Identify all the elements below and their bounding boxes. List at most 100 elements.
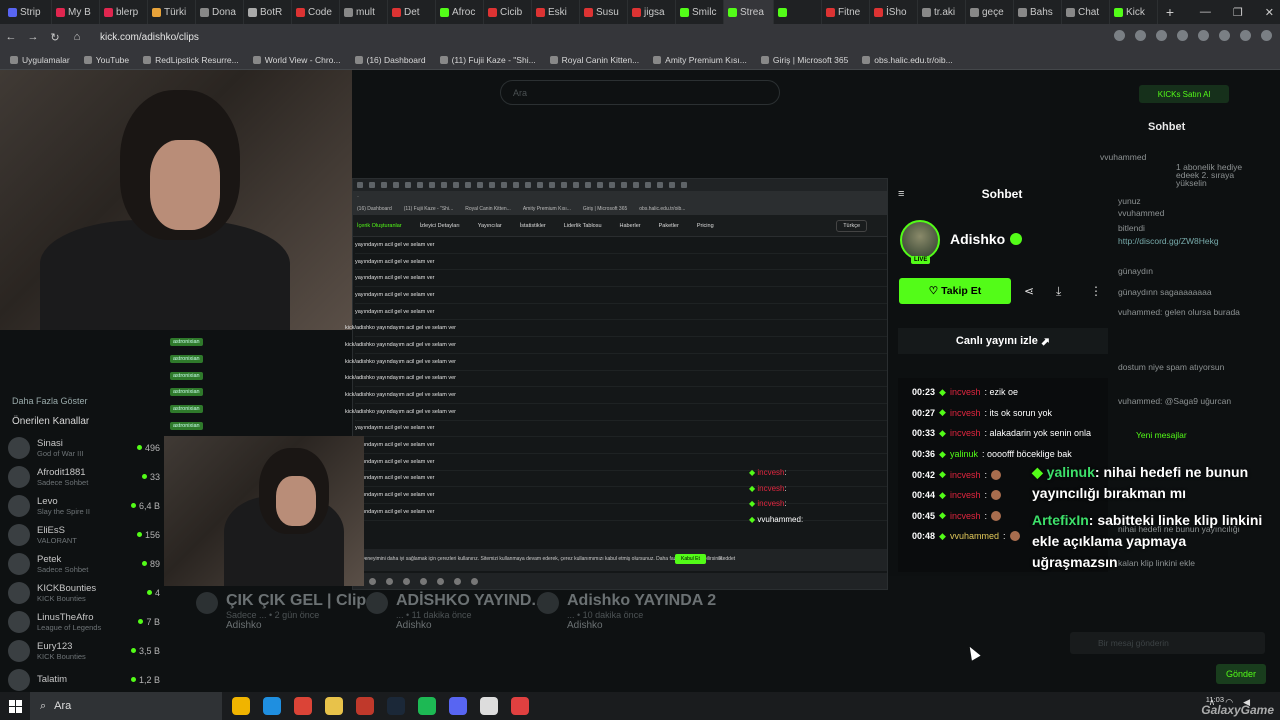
chat-user[interactable]: incvesh [950, 470, 981, 480]
browser-tab[interactable]: mult [340, 0, 388, 24]
send-button[interactable]: Gönder [1216, 664, 1266, 684]
share-icon[interactable] [1114, 30, 1125, 41]
bookmark-item[interactable]: Uygulamalar [10, 55, 70, 65]
bookmark-item[interactable]: (16) Dashboard [355, 55, 426, 65]
chrome-icon[interactable] [511, 697, 529, 715]
app-icon[interactable] [356, 697, 374, 715]
explorer-icon[interactable] [232, 697, 250, 715]
browser-tab[interactable]: Türki [148, 0, 196, 24]
sidebar-channel[interactable]: Afrodit1881 Sadece Sohbet 33 [0, 462, 168, 491]
bookmark-item[interactable]: (11) Fujii Kaze - "Shi... [440, 55, 536, 65]
back-icon[interactable]: ← [0, 31, 22, 43]
sidebar-channel[interactable]: Talatim 1,2 B [0, 665, 168, 694]
more-icon[interactable]: ⋮ [1090, 284, 1102, 298]
sidebar-channel[interactable]: EliEsS VALORANT 156 [0, 520, 168, 549]
close-window-icon[interactable]: ✕ [1265, 6, 1274, 19]
browser-tab[interactable]: Cicib [484, 0, 532, 24]
browser-tab[interactable]: blerp [100, 0, 148, 24]
inner-nav-item[interactable]: Paketler [659, 223, 679, 229]
browser-tab[interactable]: Bahs [1014, 0, 1062, 24]
bookmark-item[interactable]: RedLipstick Resurre... [143, 55, 239, 65]
avatar[interactable]: LIVE [900, 220, 940, 264]
browser-tab[interactable]: Strip [4, 0, 52, 24]
files-icon[interactable] [325, 697, 343, 715]
chat-user[interactable]: incvesh [950, 490, 981, 500]
home-icon[interactable]: ⌂ [66, 31, 88, 43]
bookmark-item[interactable]: Giriş | Microsoft 365 [761, 55, 848, 65]
new-tab-icon[interactable]: + [1158, 4, 1182, 20]
browser-tab[interactable]: BotR [244, 0, 292, 24]
watch-live-button[interactable]: Canlı yayını izle ⬈ [898, 328, 1108, 354]
browser-tab[interactable]: Strea [724, 0, 774, 24]
search-input[interactable]: Ara [500, 80, 780, 105]
language-select[interactable]: Türkçe [836, 219, 867, 232]
browser-tab[interactable]: geçe [966, 0, 1014, 24]
inner-nav-item[interactable]: Haberler [620, 223, 641, 229]
url-field[interactable]: kick.com/adishko/clips [100, 32, 199, 43]
sidebar-channel[interactable]: LinusTheAfro League of Legends 7 B [0, 607, 168, 636]
browser-tab[interactable]: İSho [870, 0, 918, 24]
reject-cookie-button[interactable]: Reddet [719, 556, 735, 562]
inner-nav-item[interactable]: Yayıncılar [478, 223, 502, 229]
browser-tab[interactable]: tr.aki [918, 0, 966, 24]
browser-tab[interactable]: Chat [1062, 0, 1110, 24]
spotify-icon[interactable] [418, 697, 436, 715]
restore-icon[interactable]: ❐ [1233, 6, 1243, 19]
bookmark-item[interactable]: obs.halic.edu.tr/oib... [862, 55, 952, 65]
extension-icon[interactable] [1177, 30, 1188, 41]
collapse-icon[interactable]: ≡ [898, 188, 904, 200]
minimize-icon[interactable]: — [1200, 6, 1211, 18]
accept-cookie-button[interactable]: Kabul Et [675, 554, 706, 564]
discord-icon[interactable] [449, 697, 467, 715]
extension-icon[interactable] [1156, 30, 1167, 41]
chrome-icon[interactable] [294, 697, 312, 715]
browser-tab[interactable]: Susu [580, 0, 628, 24]
chat-user[interactable]: incvesh [950, 387, 981, 397]
chat-user[interactable]: incvesh [950, 511, 981, 521]
inner-nav-item[interactable]: İzleyici Detayları [420, 223, 460, 229]
inner-nav-item[interactable]: İçerik Oluşturanlar [357, 223, 402, 229]
profile-icon[interactable] [1240, 30, 1251, 41]
edge-icon[interactable] [263, 697, 281, 715]
obs-icon[interactable] [480, 697, 498, 715]
chat-user[interactable]: incvesh [950, 408, 981, 418]
sidebar-channel[interactable]: Eury123 KICK Bounties 3,5 B [0, 636, 168, 665]
bookmark-item[interactable]: YouTube [84, 55, 129, 65]
sidebar-channel[interactable]: KICKBounties KICK Bounties 4 [0, 578, 168, 607]
browser-tab[interactable]: Det [388, 0, 436, 24]
inner-nav-item[interactable]: Pricing [697, 223, 714, 229]
show-more-link[interactable]: Daha Fazla Göster [0, 392, 168, 410]
browser-tab[interactable]: Smilc [676, 0, 724, 24]
sidebar-channel[interactable]: Levo Slay the Spire II 6,4 B [0, 491, 168, 520]
kicks-buy-button[interactable]: KICKs Satın Al [1139, 85, 1229, 103]
browser-tab[interactable] [774, 0, 822, 24]
clip-card[interactable]: ÇIK ÇIK GEL | Clip Sadece ... • 2 gün önc… [196, 592, 366, 631]
browser-tab[interactable]: Afroc [436, 0, 484, 24]
reload-icon[interactable]: ↻ [44, 31, 66, 44]
inner-nav-item[interactable]: Liderlik Tablosu [564, 223, 602, 229]
browser-tab[interactable]: jigsa [628, 0, 676, 24]
browser-tab[interactable]: Eski [532, 0, 580, 24]
follow-button[interactable]: ♡ Takip Et [899, 278, 1011, 304]
browser-tab[interactable]: My B [52, 0, 100, 24]
browser-tab[interactable]: Kick [1110, 0, 1158, 24]
chat-user[interactable]: yalinuk [950, 449, 978, 459]
browser-tab[interactable]: Code [292, 0, 340, 24]
bookmark-item[interactable]: World View - Chro... [253, 55, 341, 65]
bookmark-item[interactable]: Amity Premium Kısı... [653, 55, 747, 65]
chat-user[interactable]: incvesh [950, 428, 981, 438]
bookmark-item[interactable]: Royal Canin Kitten... [550, 55, 639, 65]
download-icon[interactable]: ⤓ [1056, 284, 1061, 299]
start-icon[interactable] [0, 699, 30, 713]
extension-icon[interactable] [1198, 30, 1209, 41]
sidebar-channel[interactable]: Petek Sadece Sohbet 89 [0, 549, 168, 578]
star-icon[interactable] [1135, 30, 1146, 41]
streamer-name[interactable]: Adishko [950, 231, 1005, 247]
taskbar-search[interactable]: ⌕ Ara [30, 692, 222, 720]
menu-icon[interactable] [1261, 30, 1272, 41]
browser-tab[interactable]: Fitne [822, 0, 870, 24]
browser-tab[interactable]: Dona [196, 0, 244, 24]
steam-icon[interactable] [387, 697, 405, 715]
forward-icon[interactable]: → [22, 31, 44, 43]
chat-user[interactable]: vvuhammed [950, 531, 999, 541]
